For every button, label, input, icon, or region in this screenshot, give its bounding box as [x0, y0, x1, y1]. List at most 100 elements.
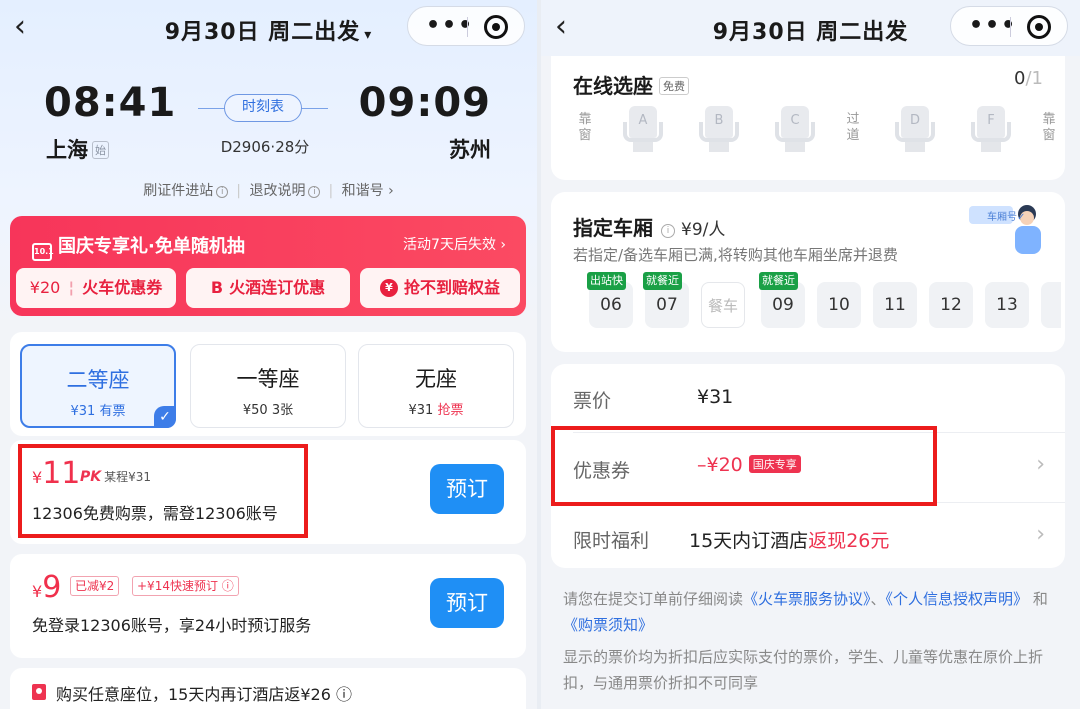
- carriage-price: ¥9/人: [681, 220, 726, 240]
- hotel-cashback-bar[interactable]: 购买任意座位，15天内再订酒店返¥26 ⓘ: [10, 668, 526, 709]
- car-11[interactable]: 11: [873, 282, 917, 328]
- right-screen: ‹ 9月30日 周二出发 ••• 在线选座 免费 0/1 靠窗 A B C 过道 …: [541, 0, 1080, 709]
- price-value: 9: [42, 570, 62, 605]
- chip-divider: ¦: [68, 278, 75, 297]
- promo-chip-hotel[interactable]: B 火酒连订优惠: [186, 268, 350, 308]
- seat-status: 有票: [99, 404, 126, 419]
- seat-b[interactable]: B: [699, 106, 739, 152]
- chevron-right-icon[interactable]: ›: [1036, 452, 1045, 477]
- quick-book-tag[interactable]: +¥14快速预订 ⓘ: [132, 576, 239, 596]
- seat-count-total: /1: [1025, 68, 1043, 89]
- seat-price: ¥50 3张: [191, 399, 345, 418]
- purchase-notice-link[interactable]: 《购票须知》: [563, 616, 653, 634]
- promo-title-text: 国庆专享礼·免单随机抽: [58, 236, 245, 257]
- price-disclaimer: 显示的票价均为折扣后应实际支付的票价，学生、儿童等优惠在原价上折扣，与通用票价折…: [563, 648, 1044, 692]
- privacy-link[interactable]: 《个人信息授权声明》: [886, 590, 1029, 608]
- seat-selection-title: 在线选座 免费: [573, 70, 689, 99]
- promo-chip-coupon[interactable]: ¥20 ¦ 火车优惠券: [16, 268, 176, 308]
- car-dining: 餐车: [701, 282, 745, 328]
- calendar-icon: 10.1: [32, 243, 54, 261]
- hotel-chip-label: 火酒连订优惠: [229, 278, 326, 297]
- carriage-title-text: 指定车厢: [573, 216, 653, 240]
- car-more[interactable]: [1041, 282, 1061, 328]
- checkmark-icon: ✓: [154, 406, 176, 428]
- caret-down-icon: ▾: [364, 27, 373, 43]
- car-13[interactable]: 13: [985, 282, 1029, 328]
- car-10[interactable]: 10: [817, 282, 861, 328]
- train-number: D2906·28分: [220, 138, 310, 156]
- car-tag: 就餐近: [643, 272, 682, 290]
- departure-time: 08:41: [44, 80, 177, 126]
- chevron-right-icon[interactable]: ›: [1036, 522, 1045, 547]
- seat-selection-card: 在线选座 免费 0/1 靠窗 A B C 过道 D F 靠窗: [551, 56, 1065, 180]
- refund-link[interactable]: 退改说明: [249, 183, 305, 199]
- seat-count-value: 0: [1014, 68, 1026, 89]
- bookmark-icon: [32, 684, 46, 700]
- info-icon[interactable]: i: [661, 224, 675, 238]
- seat-status: 3张: [271, 403, 294, 418]
- train-type-link[interactable]: 和谐号: [342, 183, 384, 199]
- benefit-value[interactable]: 15天内订酒店返现26元: [689, 526, 889, 553]
- notice-sep: 、: [870, 590, 886, 608]
- seat-status: 抢票: [437, 403, 464, 418]
- aisle-label: 过道: [846, 112, 860, 143]
- offer-price: ¥9: [32, 570, 61, 605]
- close-circle-icon[interactable]: [1027, 15, 1051, 39]
- carriage-banner: 车厢号✓: [987, 212, 1026, 223]
- book-button[interactable]: 预订: [430, 464, 504, 514]
- national-day-promo[interactable]: 10.1 国庆专享礼·免单随机抽 活动7天后失效 › ¥20 ¦ 火车优惠券 B 火酒连…: [10, 216, 526, 316]
- car-12[interactable]: 12: [929, 282, 973, 328]
- seat-letter: B: [705, 106, 733, 138]
- notice-text: 请您在提交订单前仔细阅读: [563, 590, 744, 608]
- window-label-left: 靠窗: [578, 112, 592, 143]
- origin-tag: 始: [92, 141, 109, 159]
- info-icon[interactable]: i: [308, 186, 321, 198]
- schedule: 时刻表: [198, 94, 328, 124]
- arrival-city: 苏州: [449, 138, 491, 162]
- link-divider: |: [236, 183, 242, 199]
- book-button[interactable]: 预订: [430, 578, 504, 628]
- left-screen: ‹ 9月30日 周二出发 ▾ ••• 08:41 上海始 时刻表 D2906·28…: [0, 0, 537, 709]
- annotation-highlight-box: [551, 426, 937, 506]
- promo-expiry-link[interactable]: 活动7天后失效 ›: [403, 234, 506, 254]
- carriage-illustration: 车厢号✓: [969, 198, 1055, 258]
- seat-no-seat[interactable]: 无座 ¥31 抢票: [358, 344, 514, 428]
- nav-bar: ‹ 9月30日 周二出发 •••: [541, 0, 1080, 56]
- seat-price-value: ¥31: [70, 404, 96, 419]
- seat-c[interactable]: C: [775, 106, 815, 152]
- seat-f[interactable]: F: [971, 106, 1011, 152]
- car-tag: 就餐近: [759, 272, 798, 290]
- ticket-price-label: 票价: [573, 390, 612, 412]
- info-links: 刷证件进站 i | 退改说明 i | 和谐号 ›: [0, 180, 537, 200]
- carriage-title: 指定车厢 i ¥9/人: [573, 212, 725, 241]
- window-label-right: 靠窗: [1042, 112, 1056, 143]
- seat-letter: D: [901, 106, 929, 138]
- seat-first-class[interactable]: 一等座 ¥50 3张: [190, 344, 346, 428]
- promo-chip-guarantee[interactable]: ¥ 抢不到赔权益: [360, 268, 520, 308]
- guarantee-chip-label: 抢不到赔权益: [403, 278, 500, 297]
- offer-quick: ¥9 已减¥2 +¥14快速预订 ⓘ 免登录12306账号，享24小时预订服务 …: [10, 554, 526, 658]
- car-tag: 出站快: [587, 272, 626, 290]
- seat-letter: C: [781, 106, 809, 138]
- info-icon[interactable]: i: [216, 186, 229, 198]
- seat-price-value: ¥50: [242, 403, 268, 418]
- close-circle-icon[interactable]: [484, 15, 508, 39]
- seat-second-class[interactable]: 二等座 ¥31 有票 ✓: [20, 344, 176, 428]
- offer-description: 免登录12306账号，享24小时预订服务: [32, 616, 312, 635]
- id-entry-link[interactable]: 刷证件进站: [143, 183, 213, 199]
- promo-title: 10.1 国庆专享礼·免单随机抽: [32, 232, 245, 261]
- free-badge: 免费: [659, 77, 689, 95]
- notice-and: 和: [1032, 590, 1048, 608]
- seat-d[interactable]: D: [895, 106, 935, 152]
- capsule-divider: [467, 17, 468, 37]
- benefit-highlight: 返现26元: [808, 530, 890, 552]
- seat-class-selector: 二等座 ¥31 有票 ✓ 一等座 ¥50 3张 无座 ¥31 抢票: [10, 332, 526, 436]
- seat-a[interactable]: A: [623, 106, 663, 152]
- mini-program-capsule: •••: [407, 6, 525, 46]
- seat-name: 二等座: [66, 368, 130, 392]
- hotel-cashback-text: 购买任意座位，15天内再订酒店返¥26 ⓘ: [56, 685, 352, 704]
- nav-title: 9月30日 周二出发: [164, 20, 361, 45]
- nav-bar: ‹ 9月30日 周二出发 ▾ •••: [0, 0, 537, 56]
- service-agreement-link[interactable]: 《火车票服务协议》: [743, 590, 871, 608]
- schedule-button[interactable]: 时刻表: [224, 94, 302, 122]
